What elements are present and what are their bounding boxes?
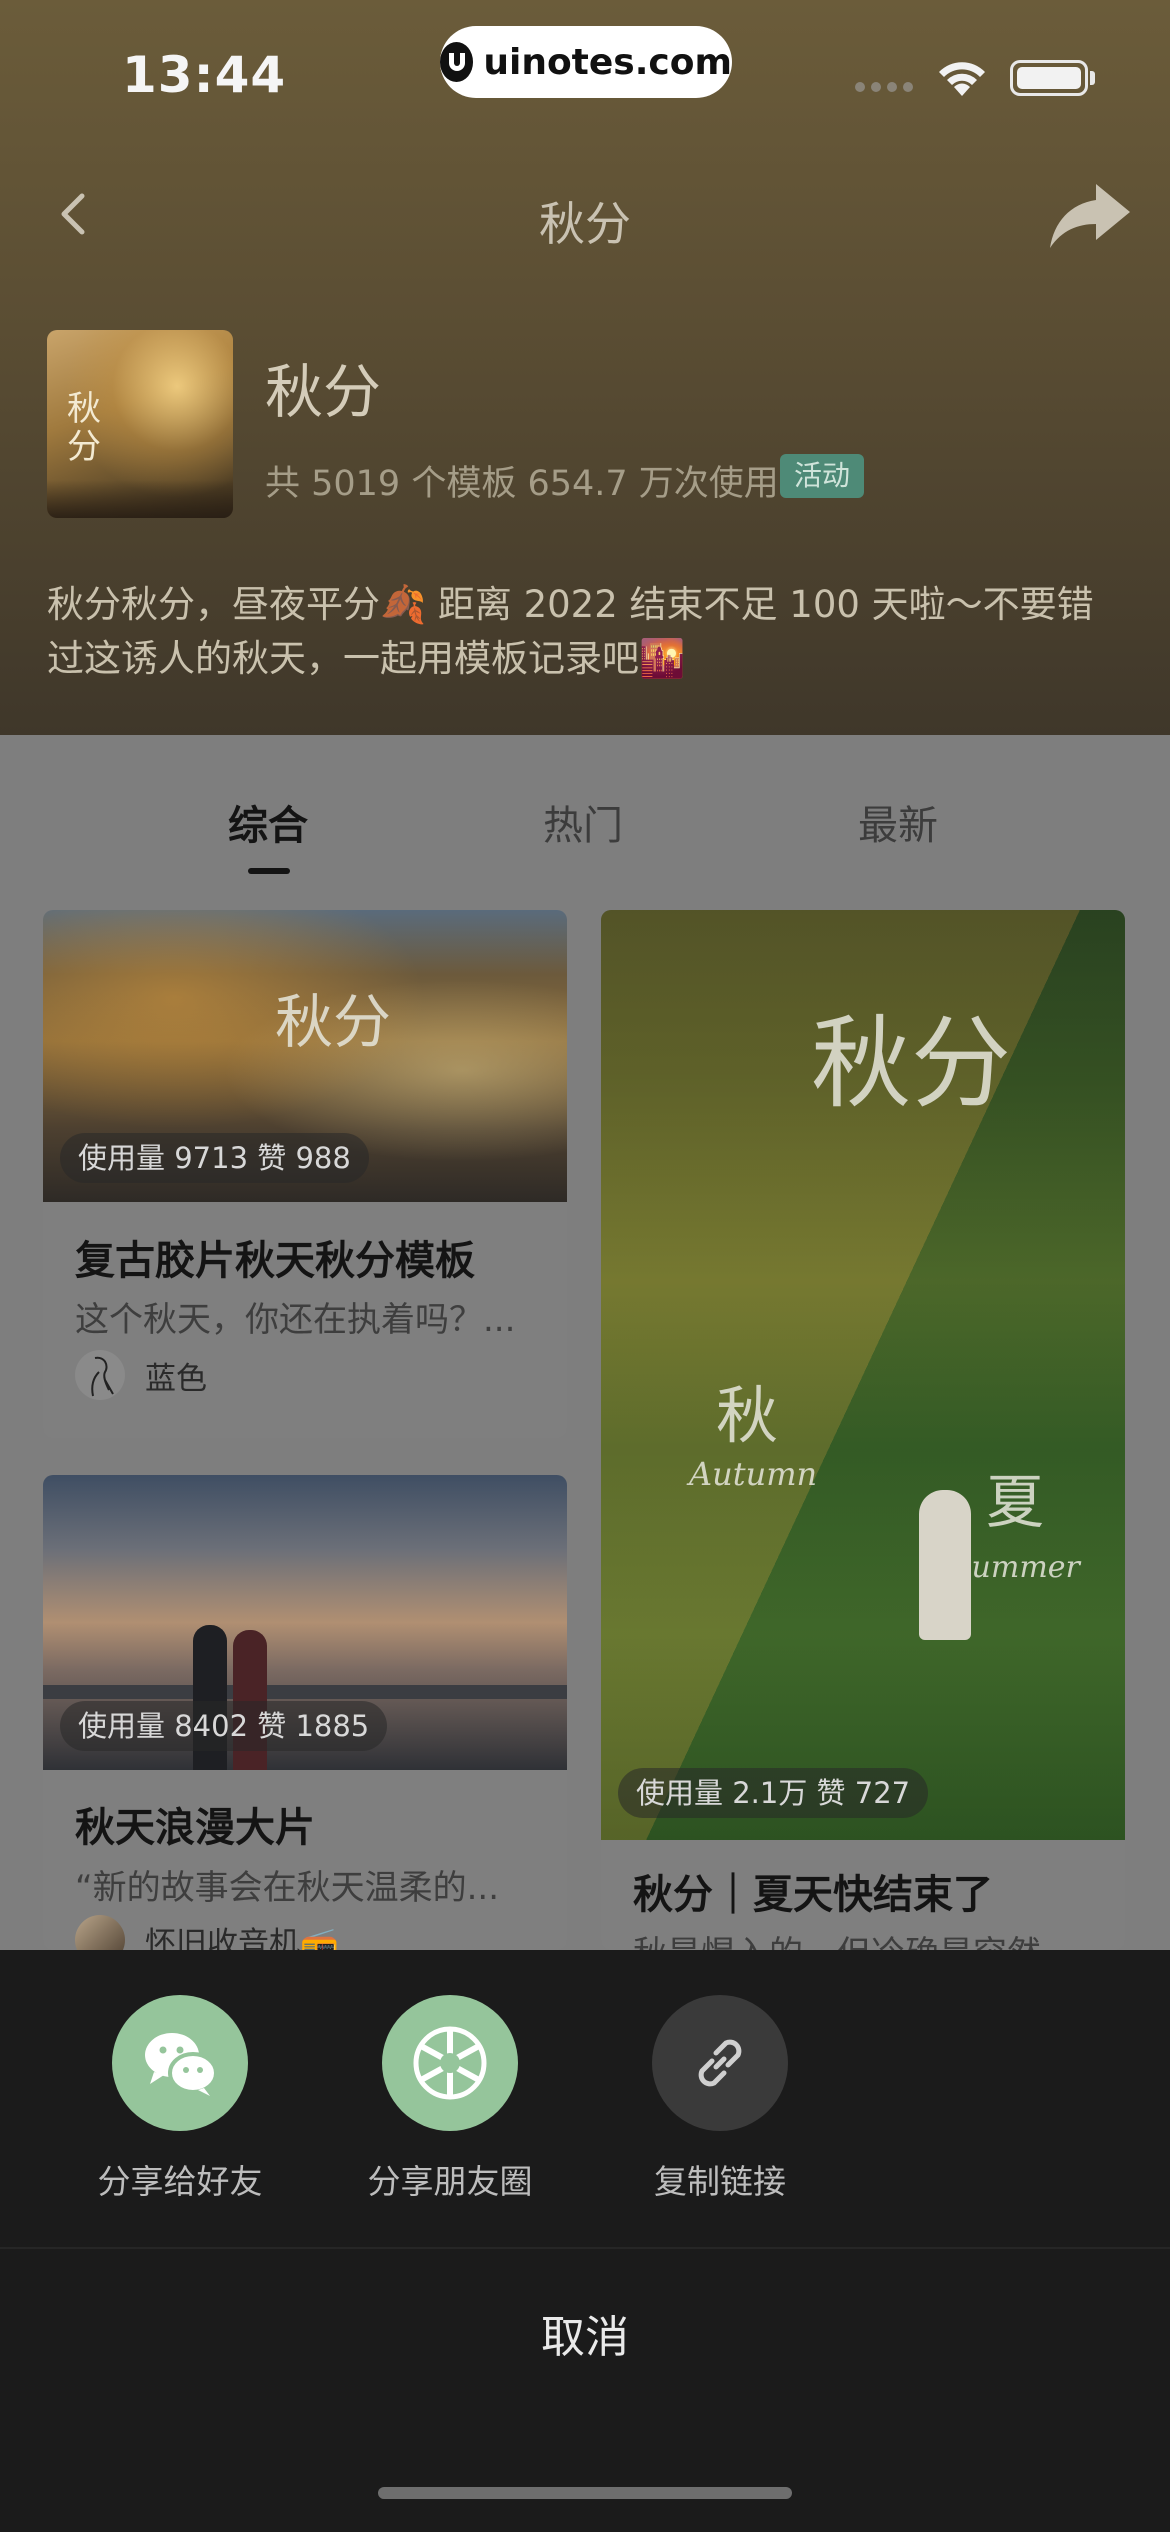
cover-lettering: 秋分 <box>275 988 392 1056</box>
status-time: 13:44 <box>122 46 287 104</box>
cover-lettering: 夏 <box>986 1468 1045 1536</box>
share-option-label: 复制链接 <box>654 2162 786 2201</box>
usage-badge: 使用量 2.1万 赞 727 <box>618 1768 929 1818</box>
home-indicator[interactable] <box>378 2487 792 2499</box>
usage-badge: 使用量 9713 赞 988 <box>60 1133 369 1183</box>
share-icon-circle <box>112 1995 248 2131</box>
usage-badge: 使用量 8402 赞 1885 <box>60 1701 388 1751</box>
template-subtitle: 秋是惺入的，但冷确是突然 <box>633 1926 1103 1950</box>
template-cover-image: 秋分 秋 Autumn 夏 Summer <box>601 910 1125 1840</box>
share-sheet: 分享给好友 分享朋友圈 复制链接 取消 <box>0 1950 1170 2532</box>
tab-bar: 综合 热门 最新 <box>0 735 1170 874</box>
template-card[interactable]: 秋分 秋 Autumn 夏 Summer 使用量 2.1万 赞 727 秋分｜夏… <box>601 910 1125 1950</box>
template-subtitle: “新的故事会在秋天温柔的... <box>75 1868 500 1908</box>
avatar <box>75 1350 125 1400</box>
battery-icon <box>1010 60 1088 96</box>
topic-header: 13:44 uinotes.com 秋分 秋分 秋分 共 5019 个模板 65… <box>0 0 1170 735</box>
topic-stats: 共 5019 个模板 654.7 万次使用 <box>265 464 779 504</box>
template-title: 秋天浪漫大片 <box>75 1805 315 1851</box>
topic-cover-image: 秋分 <box>47 330 233 518</box>
share-option-label: 分享给好友 <box>97 2162 263 2201</box>
wechat-icon <box>145 2033 218 2096</box>
author-name: 怀旧收音机📻 <box>145 1925 339 1951</box>
avatar <box>75 1915 125 1950</box>
share-icon-circle <box>652 1995 788 2131</box>
template-feed: 综合 热门 最新 秋分 使用量 9713 赞 988 复古胶片秋天秋分模板 这个… <box>0 735 1170 1950</box>
cover-lettering: 秋 <box>716 1379 779 1452</box>
author-name: 蓝色 <box>145 1360 207 1397</box>
cover-lettering: 秋分 <box>811 1005 1011 1122</box>
cancel-button[interactable]: 取消 <box>0 2248 1170 2428</box>
topic-description: 秋分秋分，昼夜平分🍂 距离 2022 结束不足 100 天啦～不要错过这诱人的秋… <box>47 583 1094 680</box>
url-pill-text: uinotes.com <box>483 41 732 83</box>
topic-cover-lettering: 秋分 <box>67 389 101 467</box>
share-to-friend-button[interactable]: 分享给好友 <box>80 1995 280 2203</box>
active-tab-indicator <box>248 868 290 874</box>
author[interactable]: 蓝色 <box>75 1350 207 1400</box>
link-icon <box>698 2039 742 2087</box>
moments-icon <box>413 2026 487 2100</box>
url-pill: uinotes.com <box>440 26 732 98</box>
author[interactable]: 怀旧收音机📻 <box>75 1915 339 1950</box>
cover-lettering: Autumn <box>689 1455 818 1493</box>
page-title: 秋分 <box>539 197 631 251</box>
share-to-moments-button[interactable]: 分享朋友圈 <box>350 1995 550 2203</box>
tab-comprehensive[interactable]: 综合 <box>228 793 308 851</box>
cellular-signal-icon <box>855 82 913 92</box>
nav-bar: 秋分 <box>0 170 1170 260</box>
copy-link-button[interactable]: 复制链接 <box>620 1995 820 2203</box>
activity-badge: 活动 <box>780 454 865 498</box>
template-subtitle: 这个秋天，你还在执着吗？... <box>75 1300 516 1340</box>
template-card[interactable]: 使用量 8402 赞 1885 秋天浪漫大片 “新的故事会在秋天温柔的... 怀… <box>43 1475 567 1950</box>
status-bar: 13:44 uinotes.com <box>0 0 1170 150</box>
template-card[interactable]: 秋分 使用量 9713 赞 988 复古胶片秋天秋分模板 这个秋天，你还在执着吗… <box>43 910 567 1438</box>
share-option-label: 分享朋友圈 <box>367 2162 533 2201</box>
template-title: 复古胶片秋天秋分模板 <box>75 1238 475 1284</box>
template-title: 秋分｜夏天快结束了 <box>633 1872 993 1918</box>
tab-popular[interactable]: 热门 <box>543 793 623 851</box>
tab-latest[interactable]: 最新 <box>858 793 938 851</box>
wifi-icon <box>939 62 985 96</box>
share-arrow-icon[interactable] <box>1048 180 1132 252</box>
uinotes-logo-icon <box>440 42 474 82</box>
share-icon-circle <box>382 1995 518 2131</box>
topic-name: 秋分 <box>265 358 382 426</box>
